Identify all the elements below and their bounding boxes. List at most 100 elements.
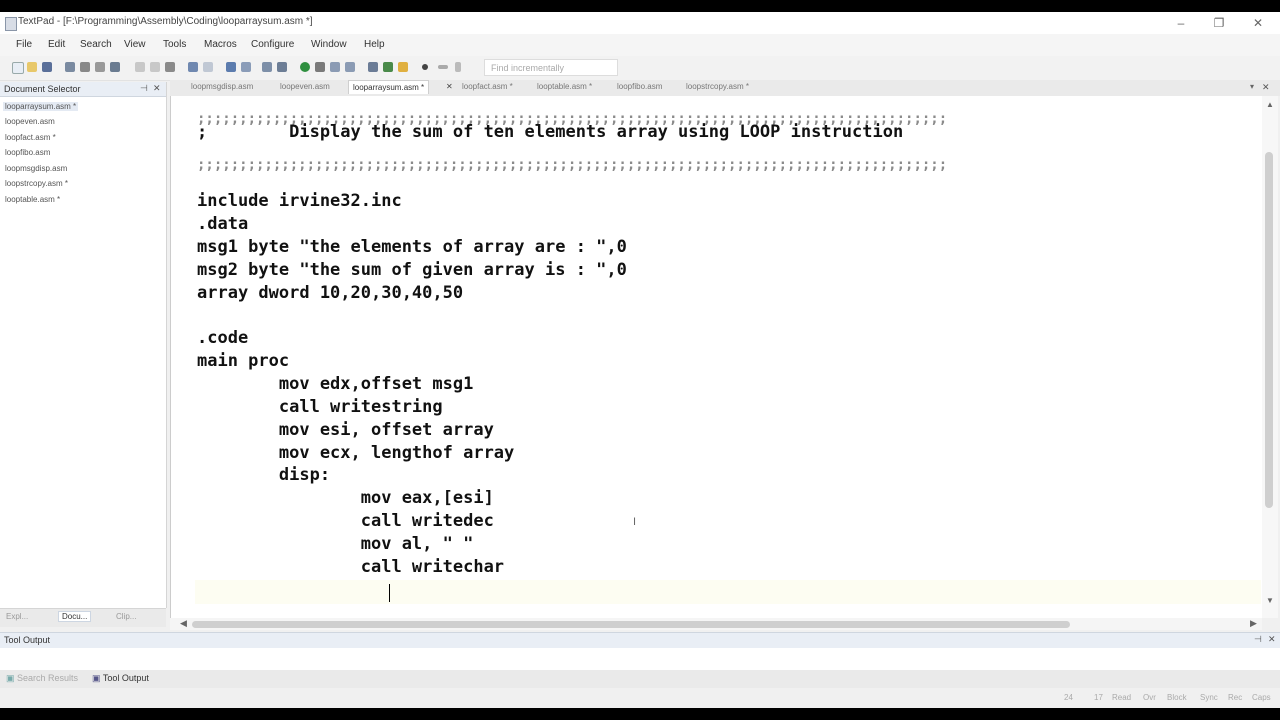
- record-macro-icon[interactable]: [422, 64, 428, 70]
- tab-explorer[interactable]: Expl...: [6, 612, 28, 621]
- tab-loopfact[interactable]: loopfact.asm *: [462, 82, 513, 91]
- code-line: call writechar: [197, 557, 505, 577]
- doc-item-looparraysum[interactable]: looparraysum.asm *: [3, 102, 79, 111]
- menu-search[interactable]: Search: [80, 39, 112, 50]
- tab-loopeven[interactable]: loopeven.asm: [280, 82, 330, 91]
- scroll-right-icon[interactable]: ▶: [1250, 618, 1257, 629]
- search-results-icon: ▣: [6, 673, 15, 683]
- tab-looparraysum[interactable]: looparraysum.asm *: [348, 80, 430, 94]
- new-file-icon[interactable]: [12, 62, 24, 74]
- scroll-up-icon[interactable]: ▲: [1266, 100, 1274, 109]
- doc-item-loopeven[interactable]: loopeven.asm: [5, 117, 55, 126]
- code-line: msg2 byte "the sum of given array is : "…: [197, 260, 627, 280]
- tool-output-body[interactable]: [0, 648, 1280, 671]
- menu-help[interactable]: Help: [364, 39, 385, 50]
- replace-icon[interactable]: [368, 62, 378, 72]
- code-line: call writestring: [197, 397, 443, 417]
- tab-loopfibo[interactable]: loopfibo.asm: [617, 82, 662, 91]
- save-icon[interactable]: [42, 62, 52, 72]
- menu-configure[interactable]: Configure: [251, 39, 294, 50]
- menu-view[interactable]: View: [124, 39, 146, 50]
- compare-icon[interactable]: [398, 62, 408, 72]
- copy-icon[interactable]: [150, 62, 160, 72]
- find-icon[interactable]: [330, 62, 340, 72]
- document-selector-panel: Document Selector ⊣ ✕ looparraysum.asm *…: [0, 82, 167, 608]
- tool-output-header: Tool Output ⊣ ✕: [0, 632, 1280, 649]
- tab-looptable[interactable]: looptable.asm *: [537, 82, 592, 91]
- tabs-menu-icon[interactable]: ▾: [1250, 82, 1254, 91]
- code-line: call writedec: [197, 511, 494, 531]
- save-all-icon[interactable]: [65, 62, 75, 72]
- visible-spaces-icon[interactable]: [277, 62, 287, 72]
- cut-icon[interactable]: [135, 62, 145, 72]
- run-tool-icon[interactable]: [300, 62, 310, 72]
- macro-play-icon[interactable]: [438, 65, 448, 69]
- menu-window[interactable]: Window: [311, 39, 347, 50]
- status-block: Block: [1167, 693, 1187, 702]
- document-selector-header: Document Selector ⊣ ✕: [0, 82, 166, 97]
- close-document-icon[interactable]: ✕: [1262, 82, 1270, 93]
- close-button[interactable]: ✕: [1245, 14, 1271, 32]
- minimize-button[interactable]: –: [1168, 14, 1194, 32]
- status-line: 24: [1064, 693, 1073, 702]
- doc-item-loopmsgdisp[interactable]: loopmsgdisp.asm: [5, 164, 67, 173]
- tool-output-tabs: ▣ Search Results ▣ Tool Output: [0, 670, 1280, 688]
- code-line: ;;;;;;;;;;;;;;;;;;;;;;;;;;;;;;;;;;;;;;;;…: [197, 157, 948, 173]
- code-line: include irvine32.inc: [197, 191, 402, 211]
- status-sync: Sync: [1200, 693, 1218, 702]
- code-editor[interactable]: ;;;;;;;;;;;;;;;;;;;;;;;;;;;;;;;;;;;;;;;;…: [170, 96, 1263, 618]
- scroll-left-icon[interactable]: ◀: [180, 618, 187, 629]
- status-caps: Caps: [1252, 693, 1271, 702]
- tab-loopmsgdisp[interactable]: loopmsgdisp.asm: [191, 82, 253, 91]
- doc-item-loopfact[interactable]: loopfact.asm *: [5, 133, 56, 142]
- code-line: mov edx,offset msg1: [197, 374, 474, 394]
- window-title: TextPad - [F:\Programming\Assembly\Codin…: [18, 16, 313, 27]
- pin-icon[interactable]: ⊣: [1254, 634, 1262, 645]
- tab-clip-library[interactable]: Clip...: [116, 612, 136, 621]
- tab-search-results[interactable]: ▣ Search Results: [6, 673, 78, 684]
- print-icon[interactable]: [80, 62, 90, 72]
- horizontal-scroll-thumb[interactable]: [192, 621, 1070, 628]
- maximize-button[interactable]: ❐: [1206, 14, 1232, 32]
- tab-tool-output[interactable]: ▣ Tool Output: [92, 673, 149, 684]
- open-folder-icon[interactable]: [27, 62, 37, 72]
- tool-output-title: Tool Output: [4, 635, 51, 645]
- close-icon[interactable]: ✕: [1268, 634, 1276, 645]
- next-icon[interactable]: [455, 62, 461, 72]
- find-in-files-icon[interactable]: [345, 62, 355, 72]
- filter-icon[interactable]: [315, 62, 325, 72]
- doc-item-looptable[interactable]: looptable.asm *: [5, 195, 60, 204]
- doc-item-loopfibo[interactable]: loopfibo.asm: [5, 148, 50, 157]
- pin-icon[interactable]: ⊣: [140, 83, 148, 94]
- tab-documents[interactable]: Docu...: [58, 611, 92, 622]
- redo-icon[interactable]: [203, 62, 213, 72]
- spelling-icon[interactable]: [110, 62, 120, 72]
- word-wrap-icon[interactable]: [262, 62, 272, 72]
- code-line: main proc: [197, 351, 290, 371]
- tab-close-icon[interactable]: ✕: [446, 82, 453, 91]
- print-preview-icon[interactable]: [95, 62, 105, 72]
- menu-macros[interactable]: Macros: [204, 39, 237, 50]
- menu-tools[interactable]: Tools: [163, 39, 186, 50]
- toolbar: Find incrementally: [0, 56, 1280, 81]
- undo-icon[interactable]: [188, 62, 198, 72]
- code-line: .data: [197, 214, 249, 234]
- bookmark-icon[interactable]: [383, 62, 393, 72]
- mouse-ibeam-cursor-icon: I: [633, 516, 637, 528]
- outdent-icon[interactable]: [241, 62, 251, 72]
- code-line: msg1 byte "the elements of array are : "…: [197, 237, 627, 257]
- tab-loopstrcopy[interactable]: loopstrcopy.asm *: [686, 82, 749, 91]
- status-read: Read: [1112, 693, 1132, 702]
- code-line: mov eax,[esi]: [197, 488, 494, 508]
- scroll-down-icon[interactable]: ▼: [1266, 596, 1274, 605]
- doc-item-loopstrcopy[interactable]: loopstrcopy.asm *: [5, 179, 68, 188]
- indent-icon[interactable]: [226, 62, 236, 72]
- menu-file[interactable]: File: [16, 39, 32, 50]
- find-incrementally-input[interactable]: Find incrementally: [484, 59, 618, 76]
- vertical-scroll-thumb[interactable]: [1265, 152, 1273, 508]
- code-line: mov ecx, lengthof array: [197, 443, 515, 463]
- close-icon[interactable]: ✕: [153, 83, 161, 94]
- code-line: disp:: [197, 465, 331, 485]
- paste-icon[interactable]: [165, 62, 175, 72]
- menu-edit[interactable]: Edit: [48, 39, 65, 50]
